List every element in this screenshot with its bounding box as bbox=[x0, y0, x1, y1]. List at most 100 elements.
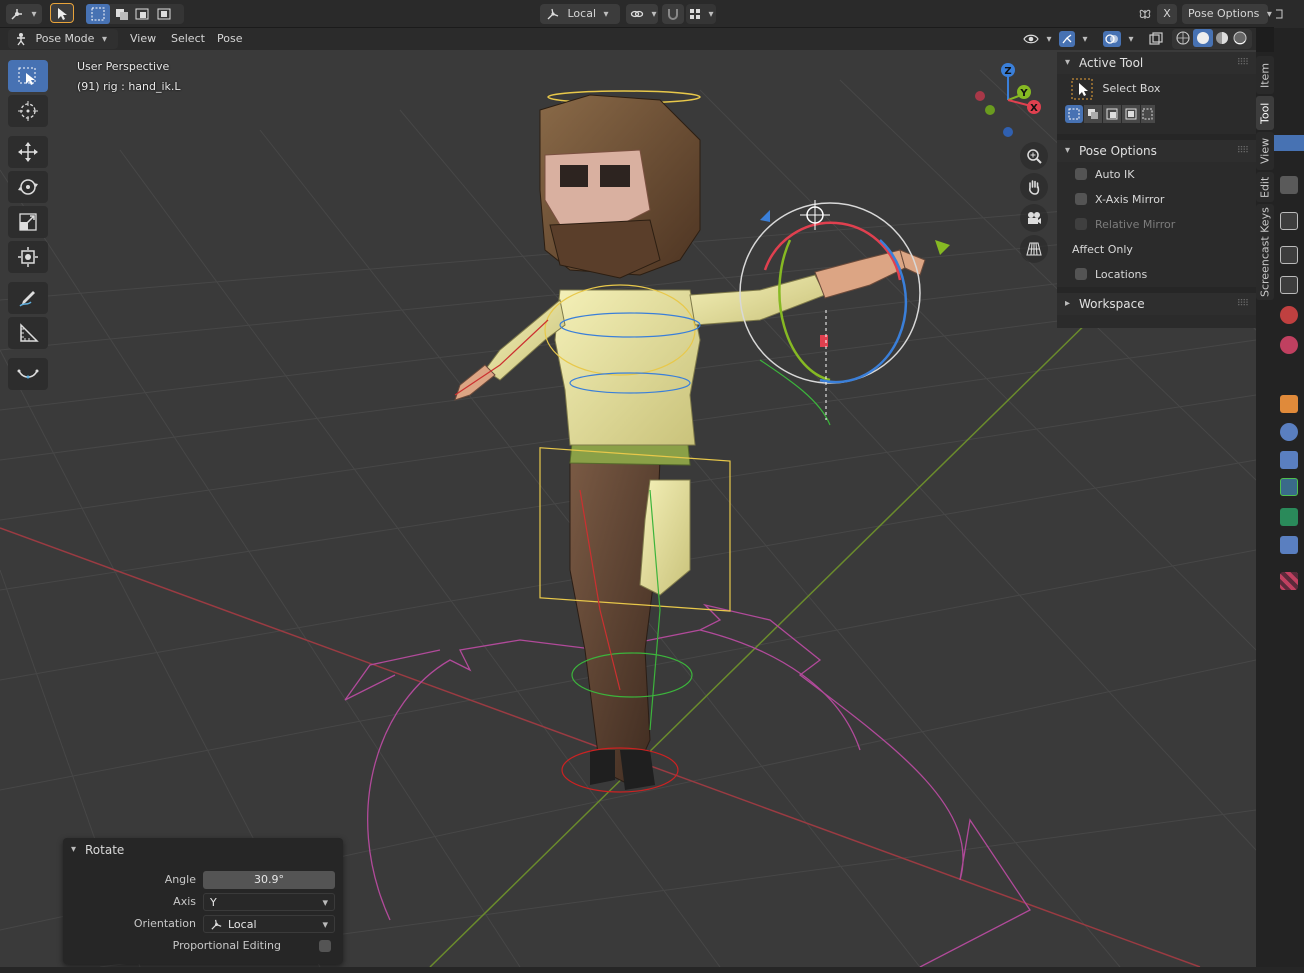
mirror-x-toggle[interactable]: X bbox=[1157, 4, 1177, 24]
tool-transform[interactable] bbox=[8, 241, 48, 273]
locations-label: Locations bbox=[1095, 268, 1148, 281]
tool-move[interactable] bbox=[8, 136, 48, 168]
link-icon bbox=[630, 10, 644, 18]
active-properties-item bbox=[1274, 135, 1304, 151]
proportional-editing-checkbox[interactable] bbox=[319, 940, 331, 952]
redo-panel-title: Rotate bbox=[85, 843, 125, 857]
pose-options-dropdown[interactable]: Pose Options bbox=[1182, 4, 1268, 24]
angle-row: Angle 30.9° bbox=[63, 870, 343, 890]
xray-icon bbox=[1149, 32, 1163, 45]
snap-target-dropdown[interactable] bbox=[686, 4, 716, 24]
select-mode-icons[interactable] bbox=[1065, 104, 1155, 124]
gizmo-x-label: X bbox=[1030, 103, 1038, 114]
overlays-dropdown[interactable] bbox=[1100, 29, 1140, 49]
tool-scale[interactable] bbox=[8, 206, 48, 238]
active-tool-row[interactable]: Select Box bbox=[1057, 74, 1256, 104]
select-box-icon bbox=[18, 67, 36, 85]
editor-menu-icon[interactable] bbox=[1274, 0, 1304, 28]
gizmo-dropdown[interactable] bbox=[1056, 29, 1092, 49]
select-tool-button[interactable] bbox=[50, 3, 74, 23]
physics-properties-icon[interactable] bbox=[1280, 423, 1298, 441]
perspective-toggle-button[interactable] bbox=[1020, 235, 1048, 263]
render-properties-icon[interactable] bbox=[1280, 212, 1298, 230]
workspace-title: Workspace bbox=[1079, 297, 1145, 311]
drag-grip-icon[interactable]: ⠿⠿ bbox=[1237, 52, 1249, 74]
auto-ik-row[interactable]: Auto IK bbox=[1057, 162, 1256, 187]
axis-dropdown[interactable]: Y bbox=[203, 893, 335, 912]
y-axis-line bbox=[429, 309, 1101, 967]
locations-row[interactable]: Locations bbox=[1057, 262, 1256, 287]
mirror-options-button[interactable] bbox=[1134, 4, 1156, 24]
active-tool-header[interactable]: Active Tool ⠿⠿ bbox=[1057, 52, 1256, 74]
tab-screencast-keys[interactable]: Screencast Keys bbox=[1256, 204, 1274, 300]
sidebar-tabs: Item Tool View Edit Screencast Keys bbox=[1256, 52, 1274, 967]
grid-perspective-icon bbox=[1026, 242, 1042, 256]
scene-properties-icon[interactable] bbox=[1280, 306, 1298, 324]
tool-shelf bbox=[8, 60, 48, 393]
pose-options-label: Pose Options bbox=[1188, 7, 1260, 20]
view-layer-properties-icon[interactable] bbox=[1280, 276, 1298, 294]
gizmo-y-label: Y bbox=[1019, 88, 1028, 99]
adjust-last-operation-panel: Rotate Angle 30.9° Axis Y Orientation Lo… bbox=[63, 838, 343, 964]
overlays-icon bbox=[1103, 31, 1121, 47]
selection-mode-group bbox=[86, 4, 184, 24]
tool-annotate[interactable] bbox=[8, 282, 48, 314]
drag-grip-icon[interactable]: ⠿⠿ bbox=[1237, 293, 1249, 315]
zoom-button[interactable] bbox=[1020, 142, 1048, 170]
orientation-label: Orientation bbox=[133, 917, 196, 930]
mode-dropdown[interactable]: Pose Mode bbox=[8, 29, 118, 49]
active-tool-name: Select Box bbox=[1102, 82, 1161, 95]
constraint-properties-icon[interactable] bbox=[1280, 451, 1298, 469]
editor-type-button[interactable] bbox=[6, 4, 42, 24]
auto-ik-label: Auto IK bbox=[1095, 168, 1135, 181]
pose-options-header[interactable]: Pose Options ⠿⠿ bbox=[1057, 140, 1256, 162]
tab-view[interactable]: View bbox=[1256, 132, 1274, 170]
pivot-point-dropdown[interactable] bbox=[626, 4, 658, 24]
tab-tool[interactable]: Tool bbox=[1256, 96, 1274, 130]
world-properties-icon[interactable] bbox=[1280, 336, 1298, 354]
tool-rotate[interactable] bbox=[8, 171, 48, 203]
affect-only-label: Affect Only bbox=[1072, 243, 1133, 256]
bone-roll-icon bbox=[17, 369, 39, 379]
auto-ik-checkbox[interactable] bbox=[1075, 168, 1087, 180]
scale-icon bbox=[19, 213, 37, 231]
bone-constraint-properties-icon[interactable] bbox=[1280, 536, 1298, 554]
visibility-dropdown[interactable] bbox=[1020, 29, 1052, 49]
perspective-label: User Perspective bbox=[77, 60, 170, 73]
tab-edit[interactable]: Edit bbox=[1256, 172, 1274, 202]
bone-properties-icon[interactable] bbox=[1280, 508, 1298, 526]
pose-properties-icon[interactable] bbox=[1280, 478, 1298, 496]
workspace-header[interactable]: Workspace ⠿⠿ bbox=[1057, 293, 1256, 315]
drag-grip-icon[interactable]: ⠿⠿ bbox=[1237, 140, 1249, 162]
menu-view[interactable]: View bbox=[124, 29, 162, 49]
angle-field[interactable]: 30.9° bbox=[203, 871, 335, 889]
relative-mirror-checkbox bbox=[1075, 218, 1087, 230]
menu-select[interactable]: Select bbox=[165, 29, 211, 49]
menu-pose[interactable]: Pose bbox=[211, 29, 248, 49]
tool-bone-roll[interactable] bbox=[8, 358, 48, 390]
cursor-icon bbox=[18, 101, 38, 121]
x-axis-mirror-row[interactable]: X-Axis Mirror bbox=[1057, 187, 1256, 212]
transform-orientation-dropdown[interactable]: Local bbox=[540, 4, 620, 24]
proportional-editing-label: Proportional Editing bbox=[172, 939, 281, 952]
orientation-dropdown[interactable]: Local bbox=[203, 915, 335, 934]
locations-checkbox[interactable] bbox=[1075, 268, 1087, 280]
xray-toggle[interactable] bbox=[1146, 29, 1168, 49]
navigation-gizmo[interactable]: Z Y X bbox=[968, 58, 1048, 150]
texture-properties-icon[interactable] bbox=[1280, 572, 1298, 590]
tool-select-box[interactable] bbox=[8, 60, 48, 92]
transform-icon bbox=[18, 247, 38, 267]
snap-toggle[interactable] bbox=[662, 4, 684, 24]
tool-cursor[interactable] bbox=[8, 95, 48, 127]
tab-item[interactable]: Item bbox=[1256, 56, 1274, 94]
camera-view-button[interactable] bbox=[1020, 204, 1048, 232]
output-properties-icon[interactable] bbox=[1280, 246, 1298, 264]
redo-panel-header[interactable]: Rotate bbox=[63, 838, 343, 862]
pan-button[interactable] bbox=[1020, 173, 1048, 201]
axis-icon bbox=[11, 9, 22, 20]
x-axis-mirror-checkbox[interactable] bbox=[1075, 193, 1087, 205]
tool-measure[interactable] bbox=[8, 317, 48, 349]
object-properties-icon[interactable] bbox=[1280, 395, 1298, 413]
tool-properties-icon[interactable] bbox=[1280, 176, 1298, 194]
properties-editor-strip bbox=[1274, 0, 1304, 973]
